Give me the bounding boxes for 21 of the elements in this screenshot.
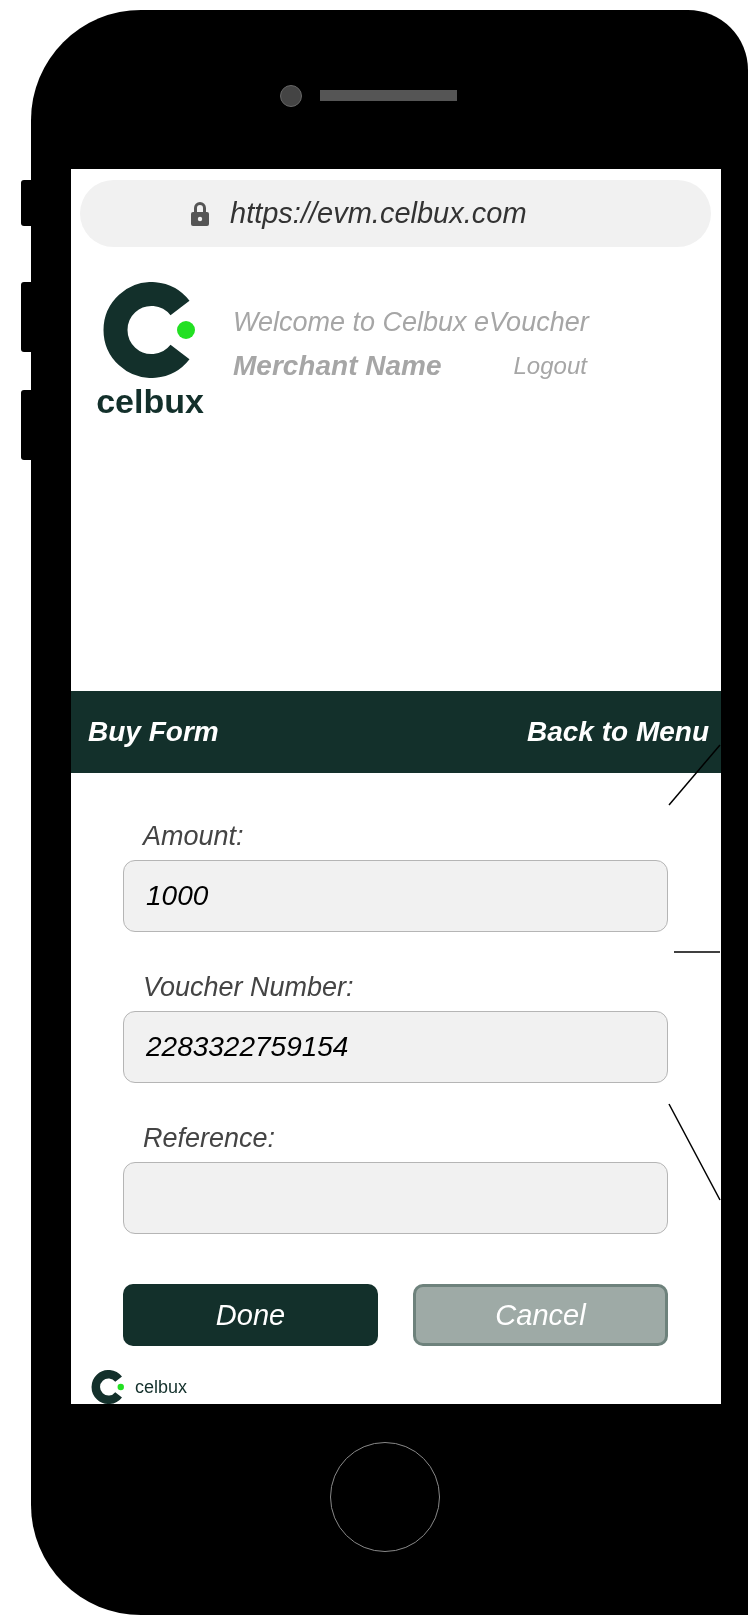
address-bar[interactable]: https://evm.celbux.com bbox=[80, 180, 711, 248]
logo-icon bbox=[91, 1370, 125, 1404]
input-field[interactable] bbox=[123, 1162, 668, 1234]
page-title: Buy Form bbox=[88, 716, 219, 749]
field-label: Amount: bbox=[143, 821, 245, 852]
back-to-menu-link[interactable]: Back to Menu bbox=[526, 716, 709, 749]
logo-wordmark: celbux bbox=[96, 382, 204, 422]
leader-line bbox=[668, 744, 721, 806]
welcome-text: Welcome to Celbux eVoucher bbox=[233, 307, 589, 339]
lock-icon bbox=[190, 200, 210, 227]
logo-wordmark: celbux bbox=[135, 1376, 188, 1398]
logo-icon bbox=[102, 282, 198, 379]
done-button[interactable]: Done bbox=[123, 1284, 378, 1346]
field-label: Reference: bbox=[143, 1123, 277, 1154]
input-field[interactable]: 1000 bbox=[123, 860, 668, 932]
input-field[interactable]: 2283322759154 bbox=[123, 1011, 668, 1083]
field-label: Voucher Number: bbox=[143, 972, 355, 1003]
merchant-name: Merchant Name bbox=[233, 350, 442, 383]
url-text: https://evm.celbux.com bbox=[230, 197, 527, 231]
camera-dot bbox=[280, 84, 302, 107]
leader-line bbox=[673, 951, 721, 953]
